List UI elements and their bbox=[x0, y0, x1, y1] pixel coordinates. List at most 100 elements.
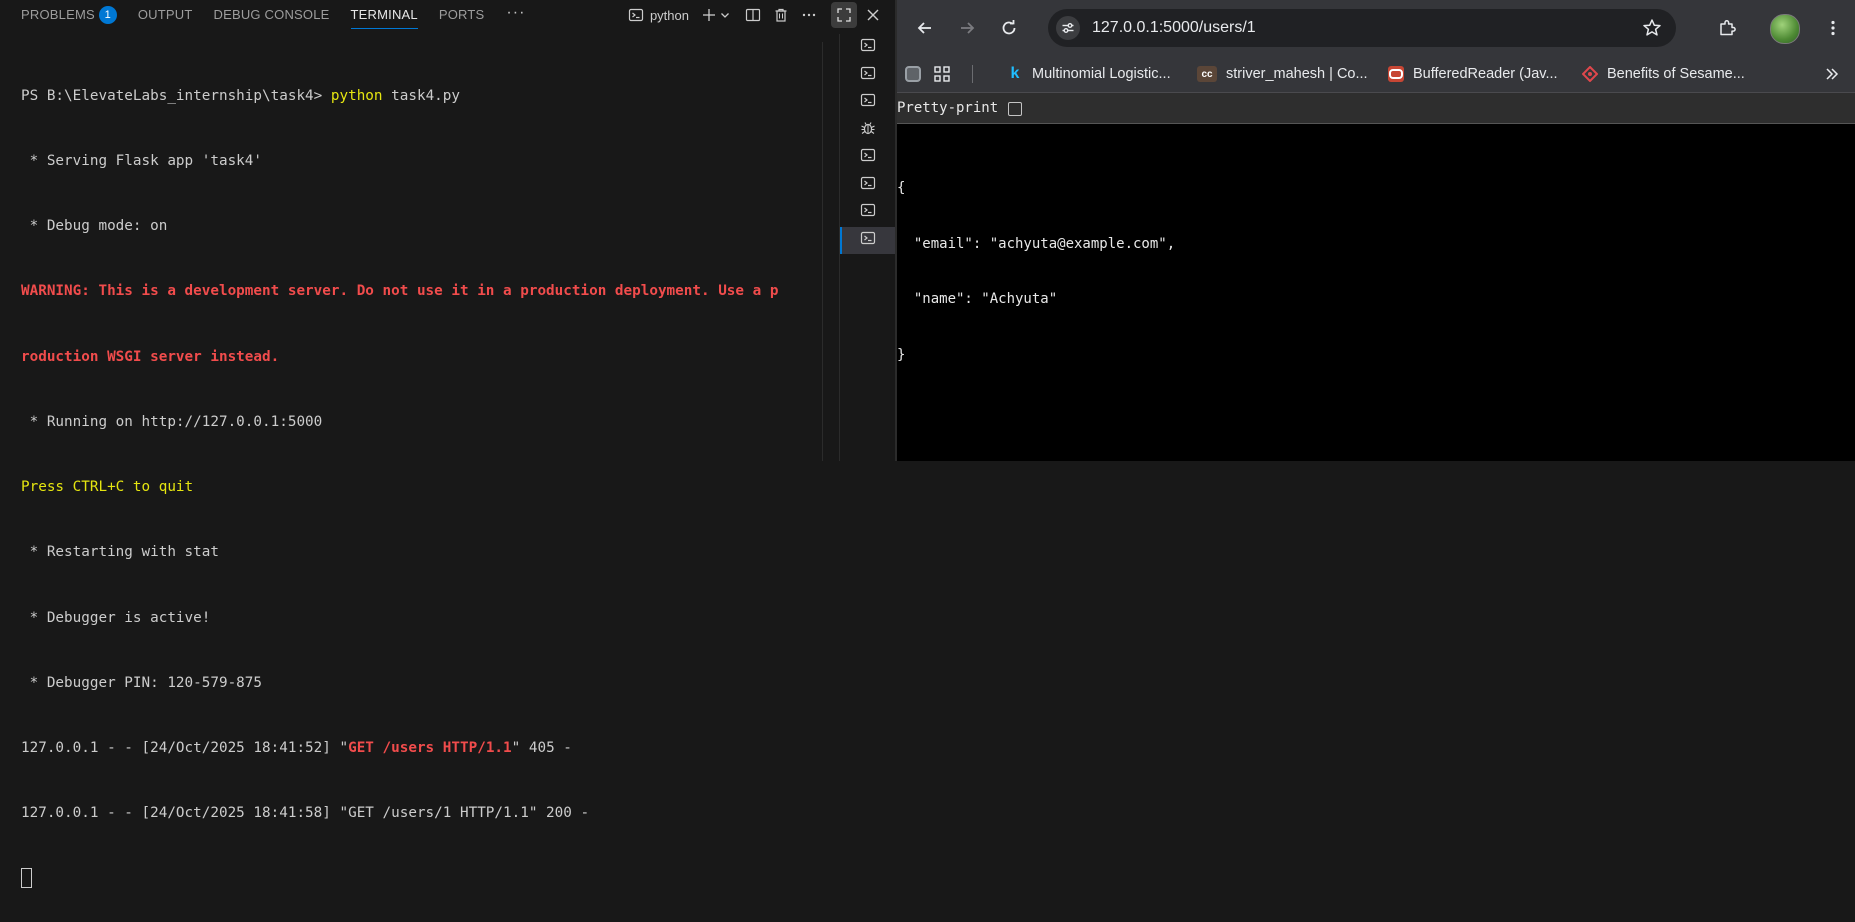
command-text: python bbox=[330, 87, 383, 104]
terminal-icon bbox=[860, 37, 876, 58]
terminal-icon bbox=[860, 92, 876, 113]
address-bar[interactable]: 127.0.0.1:5000/users/1 bbox=[1048, 9, 1676, 47]
oracle-icon bbox=[1388, 66, 1404, 82]
tab-search-button[interactable] bbox=[905, 56, 921, 92]
apps-grid-icon bbox=[934, 66, 950, 82]
terminal-log-line: 127.0.0.1 - - [24/Oct/2025 18:41:58] "GE… bbox=[21, 805, 590, 822]
reload-button[interactable] bbox=[993, 12, 1025, 44]
json-line: } bbox=[897, 346, 906, 363]
arrow-left-icon bbox=[917, 22, 931, 34]
chevron-double-right-icon bbox=[1826, 68, 1839, 80]
kaggle-icon: k bbox=[1010, 65, 1020, 82]
plus-icon bbox=[703, 9, 715, 21]
tab-strip-icon bbox=[905, 66, 921, 82]
forward-button[interactable] bbox=[951, 12, 983, 44]
puzzle-icon bbox=[1720, 19, 1736, 36]
tab-output[interactable]: OUTPUT bbox=[138, 0, 193, 30]
terminal-list-item[interactable] bbox=[840, 144, 896, 172]
more-vert-icon bbox=[1831, 20, 1835, 36]
apps-button[interactable] bbox=[933, 56, 951, 92]
close-panel-button[interactable] bbox=[863, 2, 883, 28]
log-prefix: 127.0.0.1 - - [24/Oct/2025 18:41:52] " bbox=[21, 740, 349, 756]
bookmarks-bar: k Multinomial Logistic... cc striver_mah… bbox=[897, 56, 1855, 93]
bookmark-label: striver_mahesh | Co... bbox=[1226, 66, 1368, 82]
terminal-line: Press CTRL+C to quit bbox=[21, 479, 194, 495]
terminal-scrollbar[interactable] bbox=[822, 42, 837, 461]
bookmarks-overflow-button[interactable] bbox=[1825, 56, 1839, 92]
pretty-print-checkbox[interactable] bbox=[1008, 102, 1022, 116]
tab-problems[interactable]: PROBLEMS 1 bbox=[21, 0, 117, 30]
maximize-icon bbox=[837, 8, 851, 22]
kill-terminal-button[interactable] bbox=[773, 2, 789, 28]
bookmark-star-button[interactable] bbox=[1642, 18, 1662, 43]
terminal-line: * Debug mode: on bbox=[21, 218, 168, 234]
bookmark-label: Benefits of Sesame... bbox=[1607, 66, 1745, 82]
pretty-print-label: Pretty-print bbox=[897, 100, 999, 116]
panel-actions: python bbox=[620, 0, 895, 30]
new-terminal-button[interactable] bbox=[701, 2, 717, 28]
terminal-icon bbox=[860, 65, 876, 86]
more-tabs-icon[interactable]: ··· bbox=[506, 0, 525, 30]
debug-icon bbox=[860, 120, 876, 141]
tab-ports[interactable]: PORTS bbox=[439, 0, 485, 30]
bookmark-item[interactable]: k Multinomial Logistic... bbox=[1007, 56, 1171, 92]
browser-menu-button[interactable] bbox=[1817, 12, 1849, 44]
terminal-warning-line: roduction WSGI server instead. bbox=[21, 348, 280, 365]
terminal-list-item[interactable] bbox=[840, 34, 896, 62]
bookmark-label: BufferedReader (Jav... bbox=[1413, 66, 1558, 82]
terminal-list-item[interactable] bbox=[840, 62, 896, 90]
bookmarks-separator bbox=[972, 65, 973, 83]
url-text[interactable]: 127.0.0.1:5000/users/1 bbox=[1092, 9, 1256, 47]
split-terminal-button[interactable] bbox=[745, 2, 761, 28]
terminal-selector-button[interactable]: python bbox=[628, 2, 689, 28]
json-line: "email": "achyuta@example.com", bbox=[897, 235, 1176, 252]
log-suffix: " 405 - bbox=[511, 740, 572, 756]
prompt-text: PS B:\ElevateLabs_internship\task4> bbox=[21, 87, 331, 104]
arrow-right-icon bbox=[961, 22, 975, 34]
terminal-tabs-list bbox=[839, 34, 896, 461]
terminal-cursor-line bbox=[21, 867, 821, 891]
tab-debug-console[interactable]: DEBUG CONSOLE bbox=[214, 0, 330, 30]
terminal-icon bbox=[860, 147, 876, 168]
terminal-name: python bbox=[649, 7, 689, 23]
terminal-icon bbox=[860, 202, 876, 223]
more-actions-button[interactable] bbox=[801, 2, 817, 28]
ellipsis-icon bbox=[802, 13, 816, 17]
chevron-down-icon bbox=[721, 13, 729, 18]
terminal-icon bbox=[860, 175, 876, 196]
terminal-icon bbox=[628, 8, 644, 22]
command-args: task4.py bbox=[382, 87, 460, 104]
bookmark-item[interactable]: cc striver_mahesh | Co... bbox=[1197, 56, 1368, 92]
maximize-panel-button[interactable] bbox=[831, 2, 857, 28]
pretty-print-bar: Pretty-print bbox=[897, 93, 1855, 124]
split-icon bbox=[745, 8, 761, 22]
terminal-dropdown-button[interactable] bbox=[719, 2, 731, 28]
terminal-list-item[interactable] bbox=[840, 172, 896, 200]
terminal-list-item[interactable] bbox=[840, 226, 896, 254]
reload-icon bbox=[1002, 20, 1016, 35]
terminal-line: PS B:\ElevateLabs_internship\task4> pyth… bbox=[21, 86, 821, 108]
problems-count-badge: 1 bbox=[98, 5, 117, 24]
close-icon bbox=[867, 9, 879, 21]
bookmark-item[interactable]: Benefits of Sesame... bbox=[1582, 56, 1745, 92]
tab-problems-label: PROBLEMS bbox=[21, 7, 95, 22]
terminal-log-line: 127.0.0.1 - - [24/Oct/2025 18:41:52] "GE… bbox=[21, 738, 821, 760]
terminal-list-item[interactable] bbox=[840, 199, 896, 227]
star-icon bbox=[1643, 19, 1661, 36]
bookmark-item[interactable]: BufferedReader (Jav... bbox=[1388, 56, 1558, 92]
extensions-button[interactable] bbox=[1711, 12, 1743, 44]
terminal-list-item[interactable] bbox=[840, 89, 896, 117]
back-button[interactable] bbox=[909, 12, 941, 44]
terminal-list-item[interactable] bbox=[840, 117, 896, 145]
tab-terminal[interactable]: TERMINAL bbox=[350, 0, 419, 30]
site-info-button[interactable] bbox=[1056, 16, 1080, 40]
profile-avatar[interactable] bbox=[1770, 14, 1800, 44]
terminal-icon bbox=[860, 230, 876, 251]
trash-icon bbox=[775, 8, 787, 22]
vscode-panel: PROBLEMS 1 OUTPUT DEBUG CONSOLE TERMINAL … bbox=[0, 0, 896, 888]
terminal-output[interactable]: PS B:\ElevateLabs_internship\task4> pyth… bbox=[21, 42, 821, 922]
codechef-icon: cc bbox=[1197, 66, 1217, 82]
json-line: "name": "Achyuta" bbox=[897, 291, 1058, 307]
terminal-line: * Running on http://127.0.0.1:5000 bbox=[21, 413, 323, 430]
log-request: GET /users HTTP/1.1 bbox=[348, 740, 512, 756]
